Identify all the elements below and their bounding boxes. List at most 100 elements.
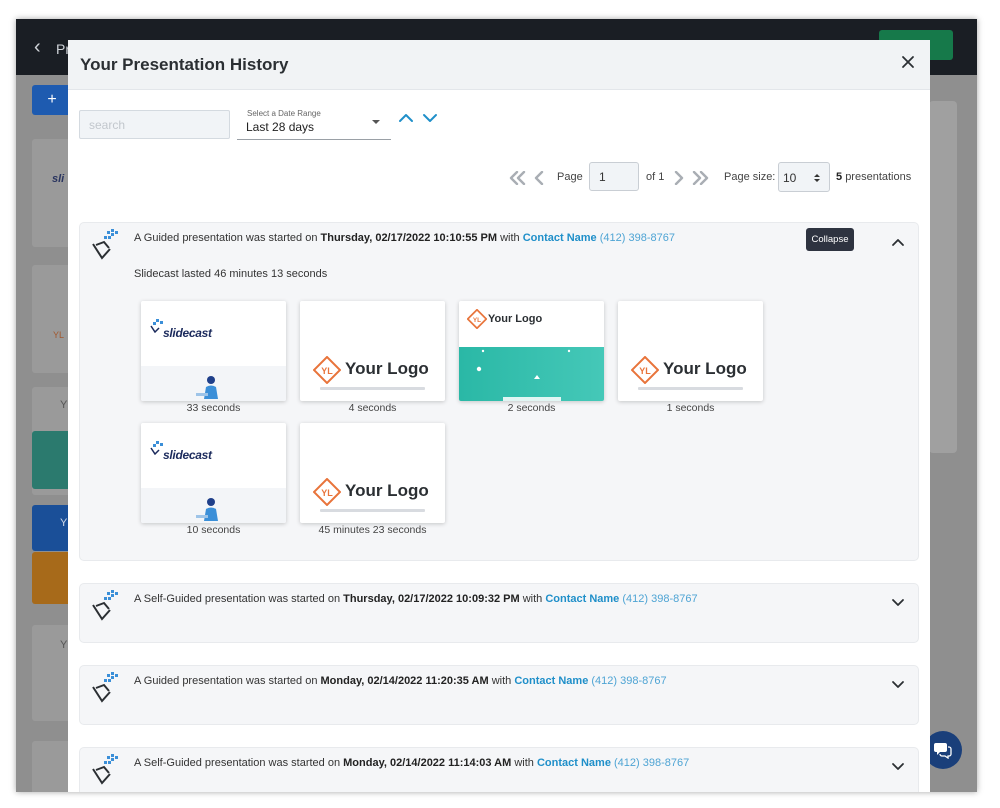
bg-logo-fragment: Y <box>60 399 68 411</box>
contact-phone-link[interactable]: (412) 398-8767 <box>600 232 675 244</box>
slide-duration-caption: 4 seconds <box>348 402 397 414</box>
your-logo-text: Your Logo <box>663 359 747 378</box>
contact-name-link[interactable]: Contact Name <box>514 675 588 687</box>
svg-text:YL: YL <box>321 488 333 498</box>
presentation-device-icon <box>92 590 118 621</box>
slide-thumbnail[interactable]: YL Your Logo <box>300 301 445 401</box>
slidecast-logo-icon <box>150 319 163 333</box>
slide-thumbnail[interactable]: slidecast <box>141 423 286 523</box>
presentation-count: 5 presentations <box>836 171 911 183</box>
history-prefix: A Guided presentation was started on <box>134 232 318 244</box>
chevron-up-icon[interactable] <box>891 237 905 247</box>
history-date: Monday, 02/14/2022 11:14:03 AM <box>343 757 512 769</box>
bg-right-panel <box>929 101 957 453</box>
history-item-description: A Self-Guided presentation was started o… <box>134 757 689 769</box>
page-label: Page <box>557 171 583 183</box>
chevron-down-icon[interactable] <box>891 598 905 608</box>
contact-phone-link[interactable]: (412) 398-8767 <box>622 593 697 605</box>
presentation-device-icon <box>92 672 118 703</box>
date-range-label: Select a Date Range <box>247 109 321 118</box>
bg-thumb-teal <box>32 431 72 489</box>
slidecast-logo-icon <box>150 441 163 455</box>
chevron-down-icon[interactable] <box>891 762 905 772</box>
slide-thumbnail[interactable]: YL Your Logo <box>459 301 604 401</box>
previous-page-icon[interactable] <box>534 171 544 185</box>
caret-down-icon <box>372 120 380 124</box>
bg-presentation-card <box>32 265 72 373</box>
slide-duration-caption: 1 seconds <box>666 402 715 414</box>
select-arrows-icon <box>814 174 820 182</box>
person-at-desk-icon <box>196 498 218 521</box>
your-logo-badge-icon: YL <box>313 478 341 506</box>
close-icon[interactable] <box>898 52 918 72</box>
bg-presentation-card <box>32 139 72 247</box>
presentation-device-icon <box>92 754 118 785</box>
history-item[interactable]: A Guided presentation was started on Mon… <box>79 665 919 725</box>
slidecast-brand-text: slidecast <box>163 326 212 340</box>
your-logo-text: Your Logo <box>345 481 429 500</box>
history-date: Monday, 02/14/2022 11:20:35 AM <box>320 675 489 687</box>
slide-fine-print <box>320 509 425 512</box>
your-logo-text: Your Logo <box>345 359 429 378</box>
slide-duration-caption: 45 minutes 23 seconds <box>318 524 427 536</box>
history-with: with <box>491 675 512 687</box>
back-chevron-icon[interactable]: ‹ <box>34 37 41 57</box>
bg-logo-fragment: Y <box>60 517 68 529</box>
sort-ascending-chevron-up-icon[interactable] <box>398 112 414 124</box>
contact-name-link[interactable]: Contact Name <box>523 232 597 244</box>
chevron-down-icon[interactable] <box>891 680 905 690</box>
contact-phone-link[interactable]: (412) 398-8767 <box>614 757 689 769</box>
history-with: with <box>500 232 520 244</box>
contact-name-link[interactable]: Contact Name <box>537 757 611 769</box>
your-logo-badge-icon: YL <box>631 356 659 384</box>
svg-text:YL: YL <box>321 366 333 376</box>
slide-duration-caption: 33 seconds <box>186 402 241 414</box>
history-item-description: A Guided presentation was started on Thu… <box>134 232 675 244</box>
your-logo-badge-icon: YL <box>313 356 341 384</box>
slide-fine-print <box>638 387 743 390</box>
history-item-description: A Self-Guided presentation was started o… <box>134 593 698 605</box>
presentation-device-icon <box>92 229 118 260</box>
svg-text:YL: YL <box>473 317 481 324</box>
modal-title: Your Presentation History <box>80 55 289 74</box>
bg-presentation-card <box>32 741 72 792</box>
page-size-select[interactable]: 10 <box>778 162 830 192</box>
first-page-icon[interactable] <box>508 171 526 185</box>
page-size-value: 10 <box>783 171 797 185</box>
bg-logo-fragment: sli <box>52 173 65 185</box>
date-range-value: Last 28 days <box>246 120 315 134</box>
page-number-input[interactable] <box>589 162 639 191</box>
bg-logo-fragment: YL <box>53 330 65 340</box>
slide-thumbnail[interactable]: YL Your Logo <box>300 423 445 523</box>
history-with: with <box>522 593 543 605</box>
chat-bubble-icon <box>934 743 952 759</box>
slide-thumbnail[interactable]: YL Your Logo <box>618 301 763 401</box>
modal-header: Your Presentation History <box>68 40 930 90</box>
contact-phone-link[interactable]: (412) 398-8767 <box>591 675 666 687</box>
slide-duration-caption: 10 seconds <box>186 524 241 536</box>
history-date: Thursday, 02/17/2022 10:10:55 PM <box>320 232 498 244</box>
history-item[interactable]: A Self-Guided presentation was started o… <box>79 583 919 643</box>
presentation-count-suffix: presentations <box>845 171 912 183</box>
history-prefix: A Self-Guided presentation was started o… <box>134 757 341 769</box>
teal-banner-decor-icon <box>476 349 571 401</box>
slide-fine-print <box>320 387 425 390</box>
collapse-tooltip: Collapse <box>806 228 854 251</box>
history-item: A Guided presentation was started on Thu… <box>79 222 919 561</box>
history-date: Thursday, 02/17/2022 10:09:32 PM <box>343 593 520 605</box>
history-item-description: A Guided presentation was started on Mon… <box>134 675 667 687</box>
your-logo-text: Your Logo <box>488 313 543 325</box>
contact-name-link[interactable]: Contact Name <box>545 593 619 605</box>
date-range-select[interactable]: Select a Date Range Last 28 days <box>237 106 391 140</box>
slide-duration-caption: 2 seconds <box>507 402 556 414</box>
add-button[interactable]: + <box>32 85 72 115</box>
presentation-history-modal: Your Presentation History Select a Date … <box>68 40 930 792</box>
slide-thumbnail[interactable]: slidecast <box>141 301 286 401</box>
your-logo-badge-icon: YL <box>467 309 487 329</box>
sort-descending-chevron-down-icon[interactable] <box>422 112 438 124</box>
teal-banner <box>459 347 604 401</box>
search-input[interactable] <box>79 110 230 139</box>
history-item[interactable]: A Self-Guided presentation was started o… <box>79 747 919 792</box>
last-page-icon[interactable] <box>692 171 710 185</box>
next-page-icon[interactable] <box>674 171 684 185</box>
